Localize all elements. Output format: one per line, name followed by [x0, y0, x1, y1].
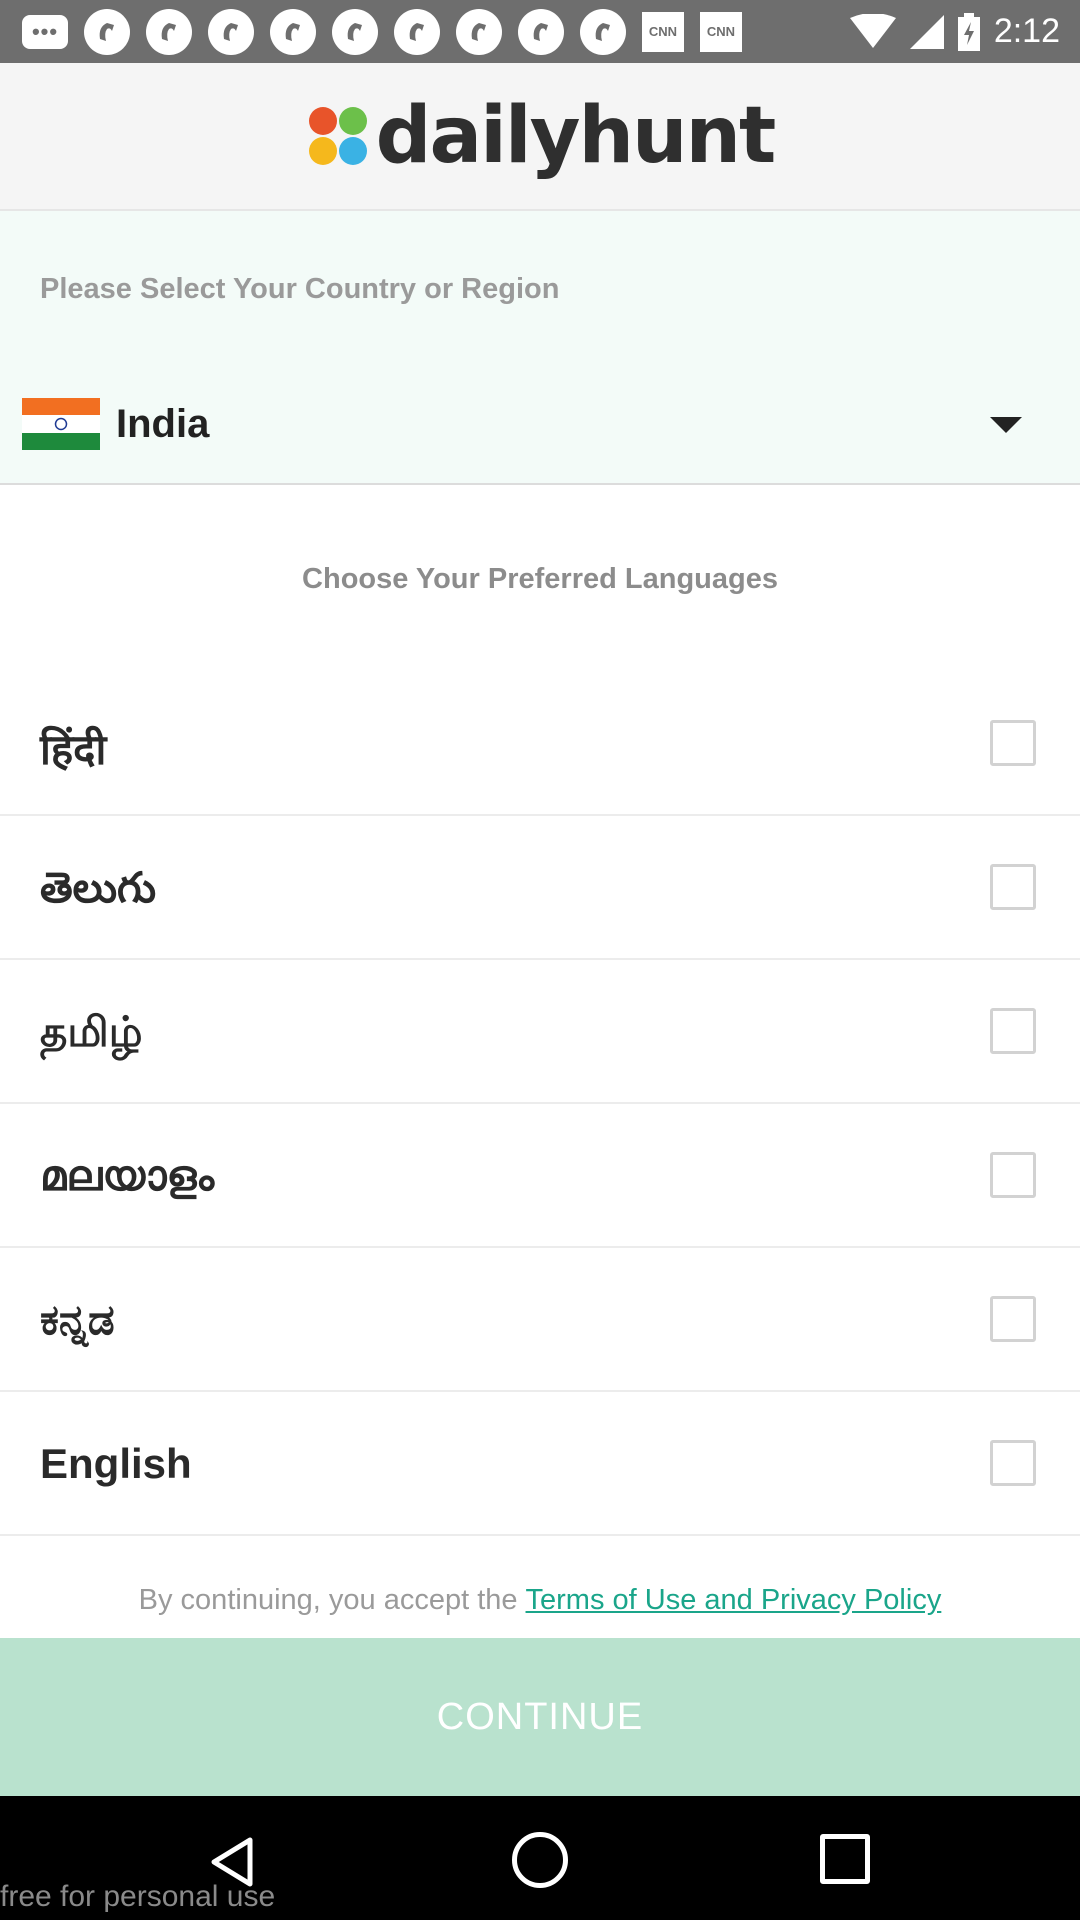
language-checkbox[interactable] — [990, 720, 1036, 766]
language-item-hindi[interactable]: हिंदी — [0, 672, 1080, 816]
watermark: free for personal use — [0, 1880, 276, 1913]
cnn-icon: CNN — [700, 11, 742, 52]
app-notification-icon — [518, 8, 564, 55]
language-item-kannada[interactable]: ಕನ್ನಡ — [0, 1248, 1080, 1392]
language-checkbox[interactable] — [990, 1440, 1036, 1486]
language-label: ಕನ್ನಡ — [40, 1296, 115, 1343]
india-flag-icon — [22, 398, 100, 450]
language-label: தமிழ் — [40, 1008, 143, 1055]
battery-icon — [957, 12, 980, 51]
app-notification-icon — [394, 8, 440, 55]
message-icon: ••• — [22, 14, 68, 49]
home-icon[interactable] — [512, 1832, 568, 1888]
logo-petals-icon — [308, 107, 367, 165]
languages-title: Choose Your Preferred Languages — [302, 563, 778, 595]
language-item-malayalam[interactable]: മലയാളം — [0, 1104, 1080, 1248]
status-bar: ••• CNN CNN 2:12 — [0, 0, 1080, 63]
selected-country: India — [116, 401, 210, 446]
country-dropdown[interactable]: India — [22, 397, 1022, 451]
app-notification-icon — [580, 8, 626, 55]
dropdown-arrow-icon[interactable] — [990, 417, 1022, 433]
system-indicators: 2:12 — [849, 0, 1060, 63]
wifi-icon — [849, 13, 896, 48]
language-checkbox[interactable] — [990, 1152, 1036, 1198]
app-notification-icon — [208, 8, 254, 55]
app-notification-icon — [332, 8, 378, 55]
dailyhunt-logo: dailyhunt — [306, 91, 777, 181]
app-notification-icon — [270, 8, 316, 55]
terms-text: By continuing, you accept the — [138, 1584, 518, 1616]
language-label: English — [40, 1440, 192, 1487]
continue-button[interactable]: CONTINUE — [0, 1638, 1080, 1796]
app-notification-icon — [84, 8, 130, 55]
app-header: dailyhunt — [0, 63, 1080, 211]
country-section: Please Select Your Country or Region Ind… — [0, 211, 1080, 485]
language-checkbox[interactable] — [990, 1008, 1036, 1054]
terms-notice: By continuing, you accept the Terms of Us… — [0, 1584, 1080, 1617]
language-label: മലയാളം — [40, 1152, 215, 1199]
status-time: 2:12 — [993, 12, 1060, 50]
language-item-telugu[interactable]: తెలుగు — [0, 816, 1080, 960]
language-label: తెలుగు — [40, 864, 157, 911]
recent-apps-icon[interactable] — [820, 1834, 870, 1884]
language-item-english[interactable]: English — [0, 1392, 1080, 1536]
signal-icon — [909, 14, 944, 49]
language-checkbox[interactable] — [990, 1296, 1036, 1342]
app-notification-icon — [456, 8, 502, 55]
cnn-icon: CNN — [642, 11, 684, 52]
language-checkbox[interactable] — [990, 864, 1036, 910]
language-item-tamil[interactable]: தமிழ் — [0, 960, 1080, 1104]
terms-link[interactable]: Terms of Use and Privacy Policy — [526, 1584, 942, 1616]
language-label: हिंदी — [40, 726, 107, 773]
country-prompt: Please Select Your Country or Region — [40, 273, 560, 305]
language-list: हिंदी తెలుగు தமிழ் മലയാളം ಕನ್ನಡ English — [0, 672, 1080, 1536]
notification-icons: ••• CNN CNN — [0, 8, 742, 55]
app-notification-icon — [146, 8, 192, 55]
logo-text: dailyhunt — [375, 91, 777, 181]
